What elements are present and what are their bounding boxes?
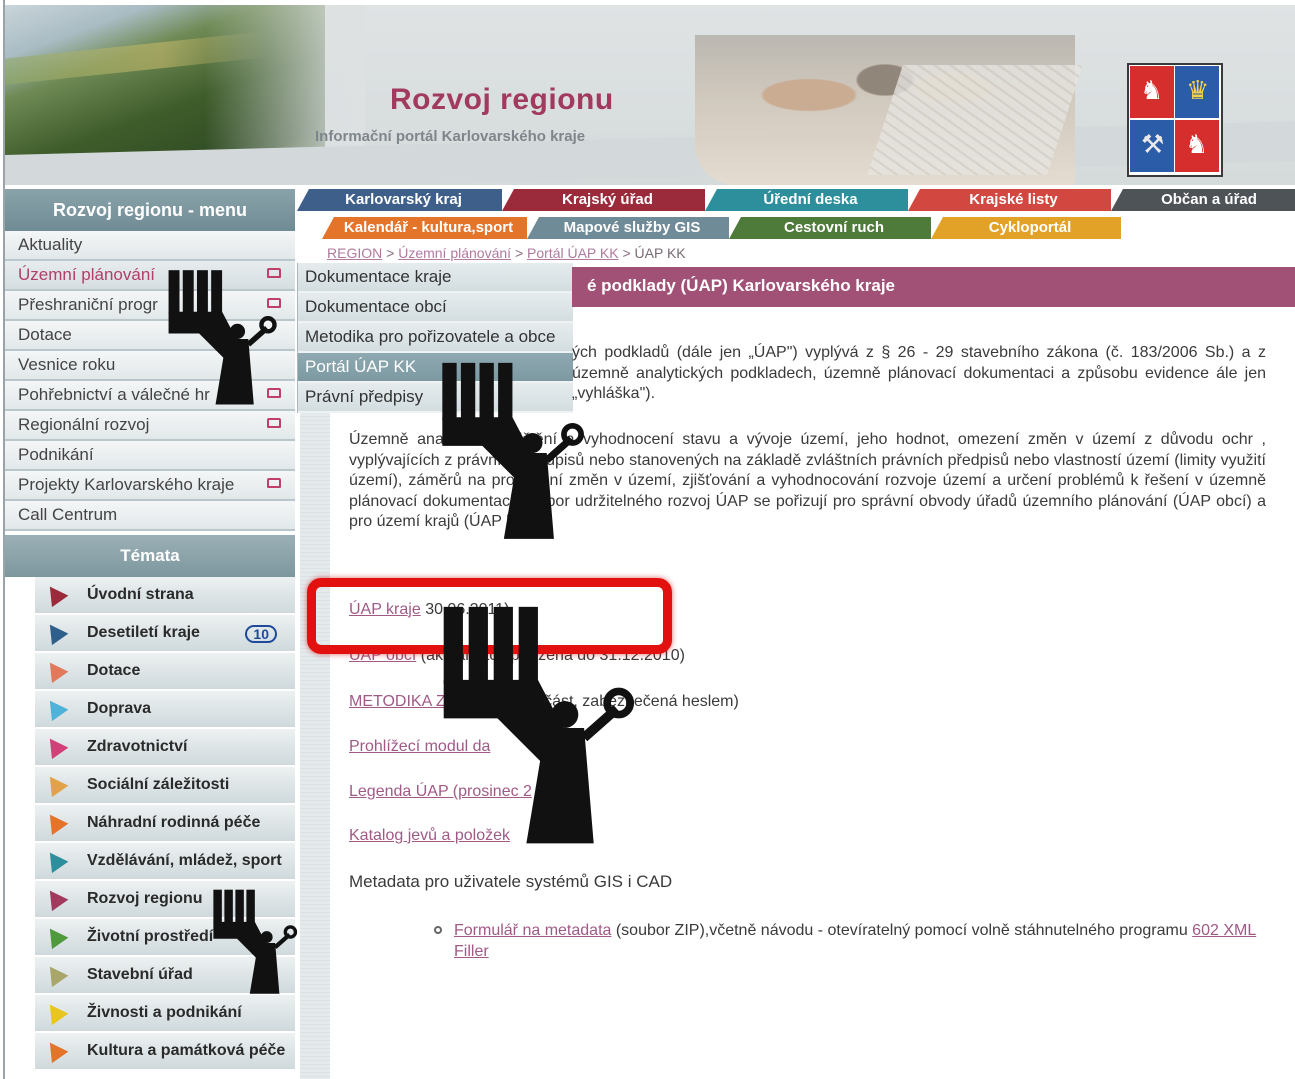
theme-item[interactable]: Vzdělávání, mládež, sport	[35, 843, 295, 879]
left-menu-item-label: Vesnice roku	[18, 355, 116, 374]
theme-item-label: Úvodní strana	[87, 586, 194, 603]
left-menu-item[interactable]: Regionální rozvoj	[5, 411, 295, 441]
form-metadata-link[interactable]: Formulář na metadata	[454, 922, 611, 939]
left-menu-item-label: Aktuality	[18, 235, 83, 254]
theme-item[interactable]: Živnosti a podnikání	[35, 995, 295, 1031]
breadcrumb-current: ÚAP KK	[634, 245, 686, 261]
arrow-icon	[41, 808, 69, 836]
arrow-icon	[41, 580, 69, 608]
site-subtitle: Informační portál Karlovarského kraje	[315, 128, 586, 145]
arrow-icon	[41, 846, 69, 874]
left-menu-item-label: Podnikání	[18, 445, 94, 464]
nav-tab-4[interactable]: Občan a úřad	[1111, 189, 1295, 211]
left-menu-item-label: Regionální rozvoj	[18, 415, 150, 434]
theme-item-label: Rozvoj regionu	[87, 890, 203, 907]
theme-item-label: Dotace	[87, 662, 141, 679]
arrow-icon	[41, 694, 69, 722]
content-title: é podklady (ÚAP) Karlovarského kraje	[587, 276, 896, 295]
theme-item-label: Stavební úřad	[87, 966, 193, 983]
arrow-icon	[41, 884, 69, 912]
theme-item-label: Desetiletí kraje	[87, 624, 200, 641]
nav-tab-3[interactable]: Krajské listy	[908, 189, 1111, 211]
arrow-icon	[41, 618, 69, 646]
left-menu-item-label: Územní plánování	[18, 265, 156, 284]
nav-tab-secondary-0[interactable]: Kalendář - kultura,sport	[322, 217, 527, 239]
folder-icon	[267, 418, 281, 428]
left-menu-item[interactable]: Projekty Karlovarského kraje	[5, 471, 295, 501]
content-title-bar: é podklady (ÚAP) Karlovarského kraje	[572, 267, 1295, 307]
coat-of-arms-logo[interactable]: ♞ ♛ ⚒ ♞	[1127, 63, 1223, 177]
arrow-icon	[41, 656, 69, 684]
hand-figure-icon	[437, 603, 635, 853]
left-menu-item[interactable]: Podnikání	[5, 441, 295, 471]
breadcrumb-link-uzemni-planovani[interactable]: Územní plánování	[398, 245, 511, 261]
theme-item[interactable]: Dotace	[35, 653, 295, 689]
nav-tab-2[interactable]: Úřední deska	[705, 189, 908, 211]
hand-figure-icon	[165, 268, 277, 410]
theme-item-label: Vzdělávání, mládež, sport	[87, 852, 282, 869]
breadcrumb-link-region[interactable]: REGION	[327, 245, 382, 261]
left-menu-item[interactable]: Call Centrum	[5, 501, 295, 531]
left-menu-item-label: Dotace	[18, 325, 72, 344]
theme-item[interactable]: Desetiletí kraje 10	[35, 615, 295, 651]
site-header: Rozvoj regionu Informační portál Karlova…	[5, 5, 1295, 185]
arrow-icon	[41, 770, 69, 798]
theme-item[interactable]: Úvodní strana	[35, 577, 295, 613]
theme-item[interactable]: Zdravotnictví	[35, 729, 295, 765]
theme-item[interactable]: Sociální záležitosti	[35, 767, 295, 803]
theme-item-label: Životní prostředí	[87, 928, 214, 945]
arrow-icon	[41, 998, 69, 1026]
header-map-image	[867, 65, 1083, 175]
theme-item-label: Doprava	[87, 700, 152, 717]
nav-tab-secondary-2[interactable]: Cestovní ruch	[729, 217, 931, 239]
submenu-item[interactable]: Dokumentace obcí	[298, 293, 573, 323]
theme-item[interactable]: Náhradní rodinná péče	[35, 805, 295, 841]
arrow-icon	[41, 922, 69, 950]
themes-title: Témata	[5, 535, 295, 577]
metadata-form-item: Formulář na metadata (soubor ZIP),včetně…	[454, 922, 1257, 960]
theme-item[interactable]: Doprava	[35, 691, 295, 727]
top-nav-secondary: Kalendář - kultura,sport Mapové služby GI…	[322, 217, 1121, 239]
breadcrumb-link-portal-uap[interactable]: Portál ÚAP KK	[527, 245, 619, 261]
list-bullet	[434, 926, 442, 934]
theme-item-label: Kultura a památková péče	[87, 1042, 286, 1059]
nav-tab-secondary-3[interactable]: Cykloportál	[931, 217, 1121, 239]
nav-tab-1[interactable]: Krajský úřad	[502, 189, 705, 211]
folder-icon	[267, 478, 281, 488]
hand-figure-icon	[210, 888, 298, 998]
left-menu-item[interactable]: Aktuality	[5, 231, 295, 261]
anniversary-logo-icon: 10	[245, 625, 277, 643]
left-menu-item-label: Projekty Karlovarského kraje	[18, 475, 235, 494]
left-menu-title: Rozvoj regionu - menu	[5, 189, 295, 231]
site-title: Rozvoj regionu	[390, 83, 614, 116]
arrow-icon	[41, 1036, 69, 1064]
intro-paragraph: ých podkladů (dále jen „ÚAP") vyplývá z …	[572, 344, 1266, 402]
submenu-item[interactable]: Metodika pro pořizovatele a obce	[298, 323, 573, 353]
arrow-icon	[41, 960, 69, 988]
theme-item-label: Živnosti a podnikání	[87, 1004, 242, 1021]
theme-item-label: Zdravotnictví	[87, 738, 188, 755]
nav-tab-0[interactable]: Karlovarský kraj	[297, 189, 502, 211]
theme-item[interactable]: Kultura a památková péče	[35, 1033, 295, 1069]
theme-item-label: Sociální záležitosti	[87, 776, 230, 793]
nav-tab-secondary-1[interactable]: Mapové služby GIS	[527, 217, 729, 239]
theme-item-label: Náhradní rodinná péče	[87, 814, 261, 831]
metadata-heading: Metadata pro uživatele systémů GIS i CAD	[349, 872, 673, 891]
left-menu-item-label: Call Centrum	[18, 505, 118, 524]
left-menu-item-label: Přeshraniční progr	[18, 295, 158, 314]
arrow-icon	[41, 732, 69, 760]
top-nav-primary: Karlovarský kraj Krajský úřad Úřední deska…	[297, 189, 1295, 211]
breadcrumb: REGION > Územní plánování > Portál ÚAP K…	[327, 245, 686, 261]
content-side-strip	[300, 413, 330, 1079]
hand-figure-icon	[438, 360, 584, 546]
submenu-item[interactable]: Dokumentace kraje	[298, 263, 573, 293]
